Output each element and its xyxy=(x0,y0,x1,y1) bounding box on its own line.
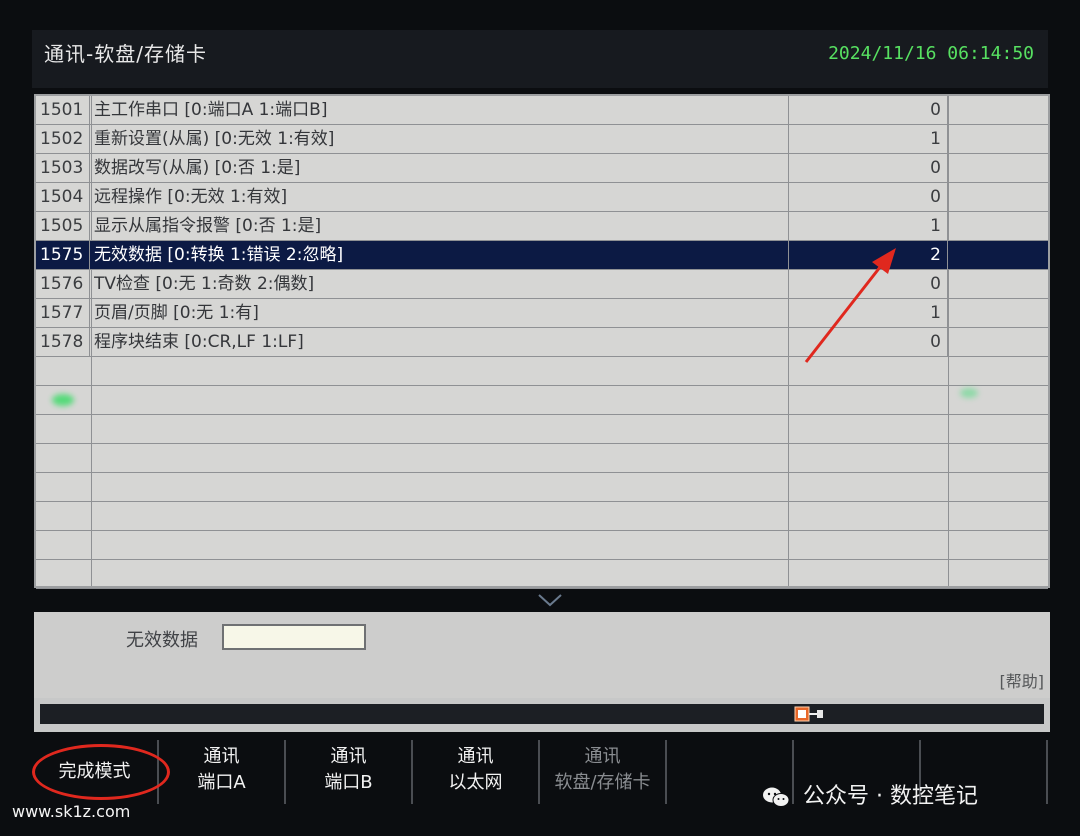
parameter-value[interactable]: 0 xyxy=(788,96,948,124)
empty-row xyxy=(36,386,1048,415)
softkey-5[interactable]: 通讯软盘/存储卡 xyxy=(540,740,667,804)
parameter-description: 数据改写(从属) [0:否 1:是] xyxy=(94,158,301,178)
parameter-description: 无效数据 [0:转换 1:错误 2:忽略] xyxy=(94,245,344,265)
parameter-value[interactable]: 1 xyxy=(788,125,948,153)
empty-row xyxy=(36,560,1048,589)
parameter-number: 1577 xyxy=(36,299,90,327)
parameter-value[interactable]: 2 xyxy=(788,241,948,269)
parameter-row[interactable]: 1503 数据改写(从属) [0:否 1:是] 0 xyxy=(36,154,1048,183)
help-label[interactable]: [帮助] xyxy=(1000,668,1045,692)
empty-row xyxy=(36,357,1048,386)
parameter-value[interactable]: 0 xyxy=(788,328,948,356)
parameter-number: 1576 xyxy=(36,270,90,298)
title-bar: 通讯-软盘/存储卡 2024/11/16 06:14:50 xyxy=(32,30,1048,88)
input-area: 无效数据 [帮助] xyxy=(34,612,1050,704)
softkey-label-line2: 以太网 xyxy=(448,772,503,793)
screen-reflection xyxy=(52,394,74,406)
parameter-row[interactable]: 1504 远程操作 [0:无效 1:有效] 0 xyxy=(36,183,1048,212)
datetime-display: 2024/11/16 06:14:50 xyxy=(828,43,1034,64)
softkey-label-line1: 通讯 xyxy=(330,746,367,767)
input-label: 无效数据 xyxy=(126,630,198,651)
softkey-label-line1: 通讯 xyxy=(584,746,621,767)
screen-title: 通讯-软盘/存储卡 xyxy=(44,42,207,66)
parameter-description: 远程操作 [0:无效 1:有效] xyxy=(94,187,288,207)
parameter-description: 重新设置(从属) [0:无效 1:有效] xyxy=(94,129,335,149)
watermark-account: 公众号 · 数控笔记 xyxy=(762,778,978,810)
parameter-number: 1505 xyxy=(36,212,90,240)
softkey-4[interactable]: 通讯 以太网 xyxy=(413,740,540,804)
softkey-label-line2: 端口A xyxy=(197,772,246,793)
softkey-label-line2: 端口B xyxy=(324,772,373,793)
parameter-description: TV检查 [0:无 1:奇数 2:偶数] xyxy=(94,274,315,294)
empty-row xyxy=(36,531,1048,560)
empty-row xyxy=(36,415,1048,444)
parameter-row[interactable]: 1575 无效数据 [0:转换 1:错误 2:忽略] 2 xyxy=(36,241,1048,270)
chevron-down-icon[interactable] xyxy=(536,592,564,608)
screen-reflection xyxy=(960,388,978,398)
cnc-screen: 通讯-软盘/存储卡 2024/11/16 06:14:50 1501 主工作串口 … xyxy=(0,0,1080,836)
parameter-description: 显示从属指令报警 [0:否 1:是] xyxy=(94,216,322,236)
status-bar-track xyxy=(40,704,1044,724)
softkey-2[interactable]: 通讯端口A xyxy=(159,740,286,804)
parameter-row[interactable]: 1576 TV检查 [0:无 1:奇数 2:偶数] 0 xyxy=(36,270,1048,299)
parameter-row[interactable]: 1501 主工作串口 [0:端口A 1:端口B] 0 xyxy=(36,96,1048,125)
parameter-row[interactable]: 1577 页眉/页脚 [0:无 1:有] 1 xyxy=(36,299,1048,328)
parameter-row[interactable]: 1502 重新设置(从属) [0:无效 1:有效] 1 xyxy=(36,125,1048,154)
softkey-label-line2: 软盘/存储卡 xyxy=(554,772,651,793)
parameter-value[interactable]: 0 xyxy=(788,183,948,211)
parameter-row[interactable]: 1578 程序块结束 [0:CR,LF 1:LF] 0 xyxy=(36,328,1048,357)
data-input-field[interactable] xyxy=(222,624,366,650)
empty-row xyxy=(36,502,1048,531)
softkey-3[interactable]: 通讯端口B xyxy=(286,740,413,804)
parameter-description: 主工作串口 [0:端口A 1:端口B] xyxy=(94,100,328,120)
status-bar xyxy=(34,698,1050,732)
wechat-icon xyxy=(763,787,790,807)
parameter-number: 1501 xyxy=(36,96,90,124)
parameter-row[interactable]: 1505 显示从属指令报警 [0:否 1:是] 1 xyxy=(36,212,1048,241)
parameter-number: 1504 xyxy=(36,183,90,211)
parameter-value[interactable]: 1 xyxy=(788,212,948,240)
softkey-label-line1: 通讯 xyxy=(457,746,494,767)
parameter-description: 程序块结束 [0:CR,LF 1:LF] xyxy=(94,332,304,352)
watermark-account-text: 公众号 · 数控笔记 xyxy=(803,784,978,809)
parameter-number: 1502 xyxy=(36,125,90,153)
parameter-number: 1578 xyxy=(36,328,90,356)
watermark-url: www.sk1z.com xyxy=(12,802,131,821)
parameter-table: 1501 主工作串口 [0:端口A 1:端口B] 0 1502 重新设置(从属) [0:… xyxy=(34,94,1050,589)
parameter-number: 1575 xyxy=(36,241,90,269)
parameter-value[interactable]: 0 xyxy=(788,154,948,182)
parameter-value[interactable]: 0 xyxy=(788,270,948,298)
parameter-number: 1503 xyxy=(36,154,90,182)
empty-row xyxy=(36,473,1048,502)
connection-status-icon xyxy=(794,706,823,722)
parameter-description: 页眉/页脚 [0:无 1:有] xyxy=(94,303,259,323)
softkey-label-line1: 通讯 xyxy=(203,746,240,767)
annotation-highlight-oval xyxy=(32,744,170,800)
empty-row xyxy=(36,444,1048,473)
parameter-value[interactable]: 1 xyxy=(788,299,948,327)
